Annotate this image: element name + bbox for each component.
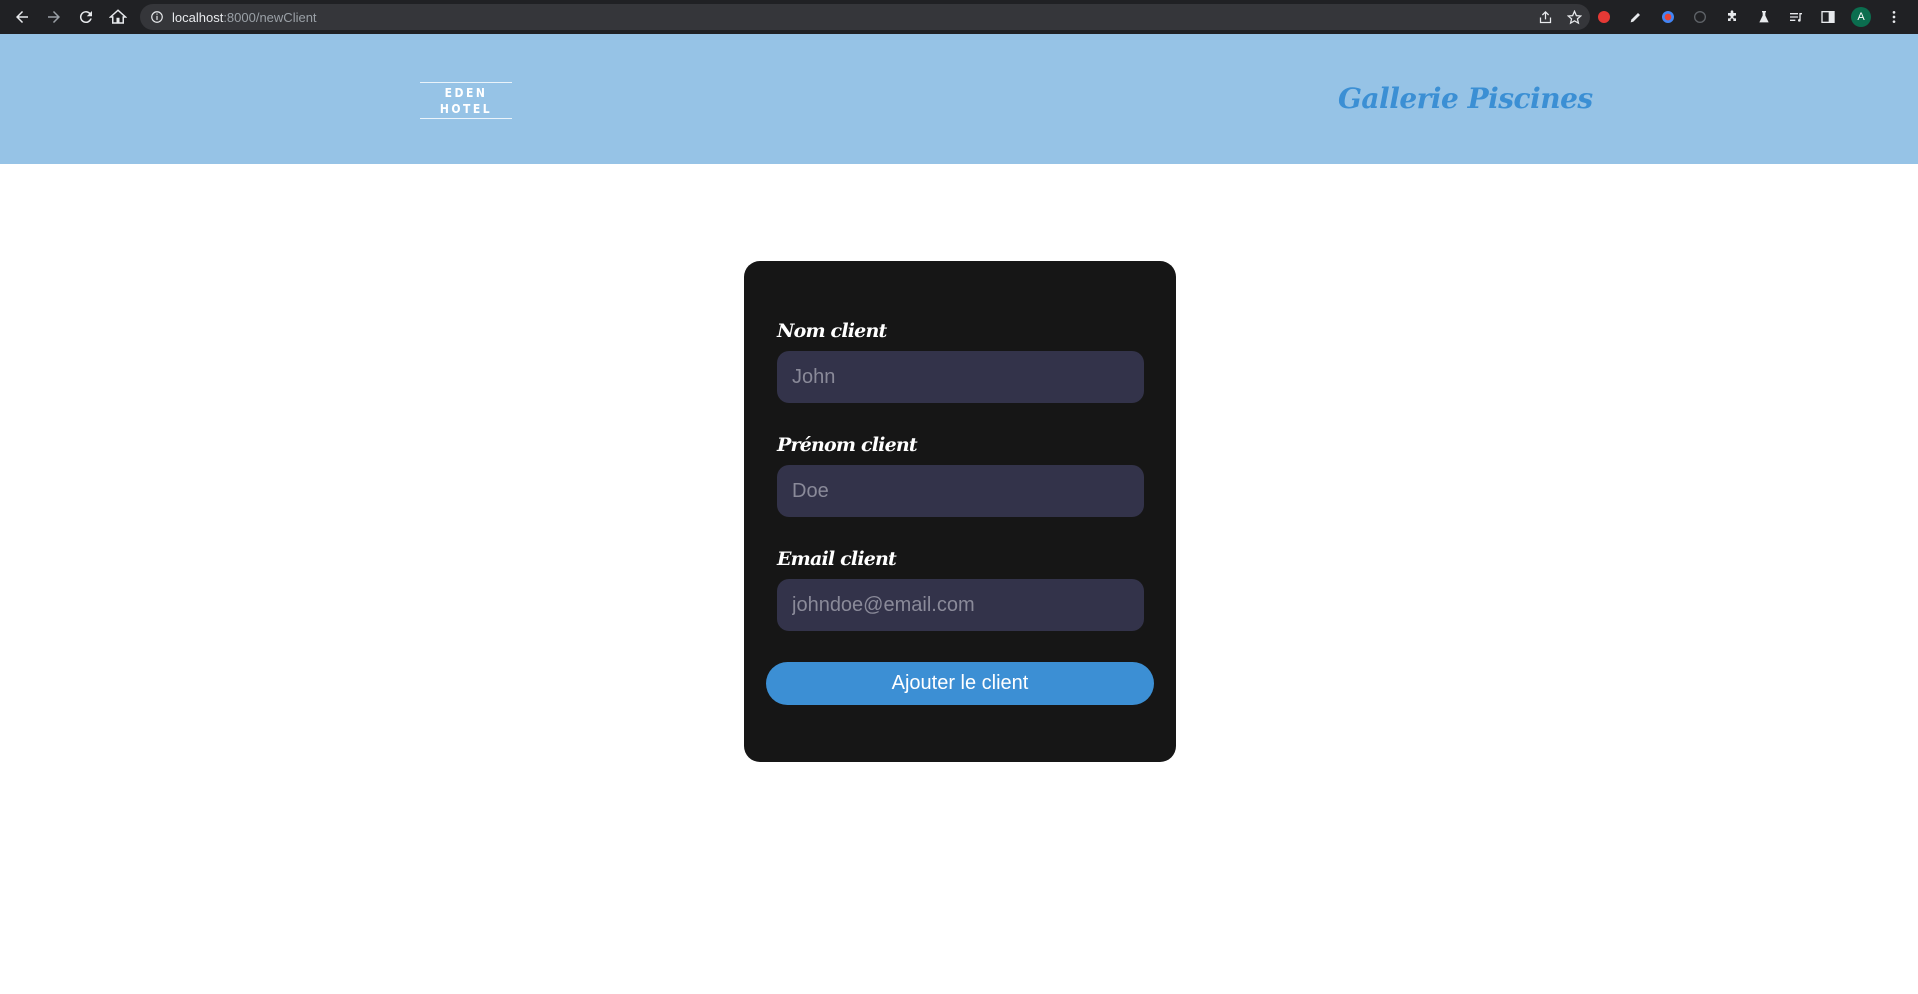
first-name-input[interactable] [777, 465, 1144, 517]
extensions-puzzle-icon[interactable] [1723, 8, 1741, 26]
back-button[interactable] [6, 0, 38, 34]
menu-kebab-icon[interactable] [1885, 8, 1903, 26]
gallery-pools-link[interactable]: Gallerie Piscines [1338, 82, 1593, 115]
forward-button[interactable] [38, 0, 70, 34]
email-input[interactable] [777, 579, 1144, 631]
reading-list-icon[interactable] [1787, 8, 1805, 26]
share-icon[interactable] [1538, 10, 1553, 25]
extension-red-icon[interactable] [1595, 8, 1613, 26]
site-header: EDEN HOTEL Gallerie Piscines [0, 34, 1918, 164]
url-path: :8000/newClient [223, 9, 317, 25]
address-bar[interactable]: localhost:8000/newClient [140, 4, 1590, 30]
profile-avatar[interactable]: A [1851, 7, 1871, 27]
back-arrow-icon [16, 11, 28, 23]
extension-pen-icon[interactable] [1627, 8, 1645, 26]
hotel-logo[interactable]: EDEN HOTEL [420, 82, 512, 119]
home-icon [109, 9, 127, 24]
last-name-label: Nom client [777, 320, 887, 342]
last-name-input[interactable] [777, 351, 1144, 403]
reload-button[interactable] [70, 0, 102, 34]
home-button[interactable] [102, 0, 134, 34]
bookmark-star-icon[interactable] [1567, 9, 1582, 25]
browser-toolbar: localhost:8000/newClient A [0, 0, 1918, 34]
new-client-form: Nom client Prénom client Email client Aj… [744, 261, 1176, 762]
add-client-button[interactable]: Ajouter le client [766, 662, 1154, 705]
url-host: localhost [172, 9, 224, 25]
info-icon [151, 11, 163, 23]
forward-arrow-icon [48, 11, 60, 23]
email-label: Email client [777, 548, 897, 570]
first-name-label: Prénom client [777, 434, 918, 456]
extension-color-icon[interactable] [1659, 8, 1677, 26]
labs-flask-icon[interactable] [1755, 8, 1773, 26]
extensions-bar: A [1595, 0, 1903, 34]
reload-icon [79, 11, 92, 24]
extension-circle-icon[interactable] [1691, 8, 1709, 26]
side-panel-icon[interactable] [1819, 8, 1837, 26]
